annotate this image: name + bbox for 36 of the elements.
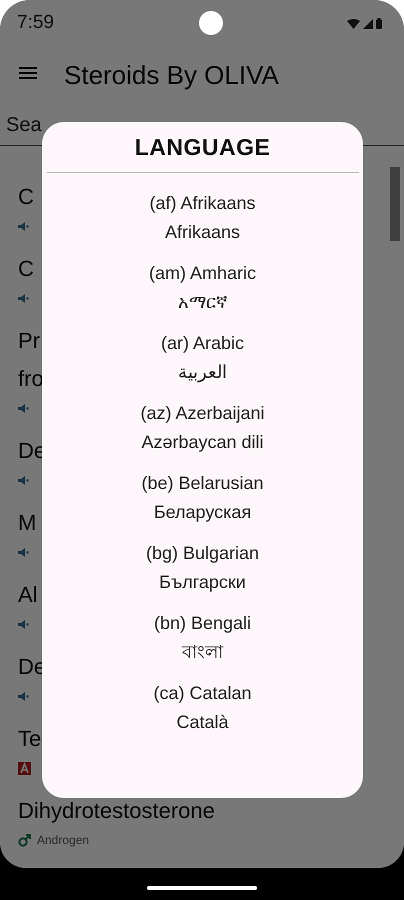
speaker-icon	[18, 692, 29, 700]
language-native-name[interactable]: Български	[159, 571, 246, 594]
language-name[interactable]: (ar) Arabic	[160, 332, 244, 355]
language-native-name[interactable]: Беларуская	[154, 501, 252, 524]
language-native-name[interactable]: العربية	[178, 361, 227, 384]
language-name[interactable]: (az) Azerbaijani	[140, 402, 265, 425]
scrollbar[interactable]	[390, 167, 400, 241]
language-native-name[interactable]: Català	[176, 711, 228, 734]
wifi-icon	[346, 18, 360, 28]
speaker-icon	[18, 620, 29, 628]
language-native-name[interactable]: አማርኛ	[178, 291, 227, 314]
dialog-title: LANGUAGE	[134, 134, 270, 161]
language-name[interactable]: (ca) Catalan	[153, 682, 252, 705]
language-name[interactable]: (bg) Bulgarian	[146, 542, 260, 565]
speaker-icon	[18, 222, 29, 230]
speaker-icon	[18, 404, 29, 412]
language-name[interactable]: (af) Afrikaans	[149, 192, 256, 215]
male-icon	[18, 834, 31, 846]
home-handle[interactable]	[147, 886, 257, 890]
letter-a-icon	[18, 762, 31, 774]
signal-icon	[362, 18, 373, 28]
language-name[interactable]: (bn) Bengali	[154, 612, 252, 635]
status-time: 7:59	[17, 12, 54, 34]
battery-icon	[376, 18, 382, 28]
language-native-name[interactable]: Azərbaycan dili	[141, 431, 264, 454]
speaker-icon	[18, 294, 29, 302]
camera-cutout	[199, 11, 224, 35]
language-native-name[interactable]: বাংলা	[182, 641, 223, 664]
list-item-subtitle: Androgen	[37, 833, 90, 847]
language-native-name[interactable]: Afrikaans	[164, 221, 240, 244]
language-name[interactable]: (be) Belarusian	[141, 472, 264, 495]
speaker-icon	[18, 476, 29, 484]
language-name[interactable]: (am) Amharic	[148, 262, 256, 285]
menu-icon[interactable]	[19, 67, 37, 79]
speaker-icon	[18, 548, 29, 556]
app-title: Steroids By OLIVA	[64, 60, 279, 90]
